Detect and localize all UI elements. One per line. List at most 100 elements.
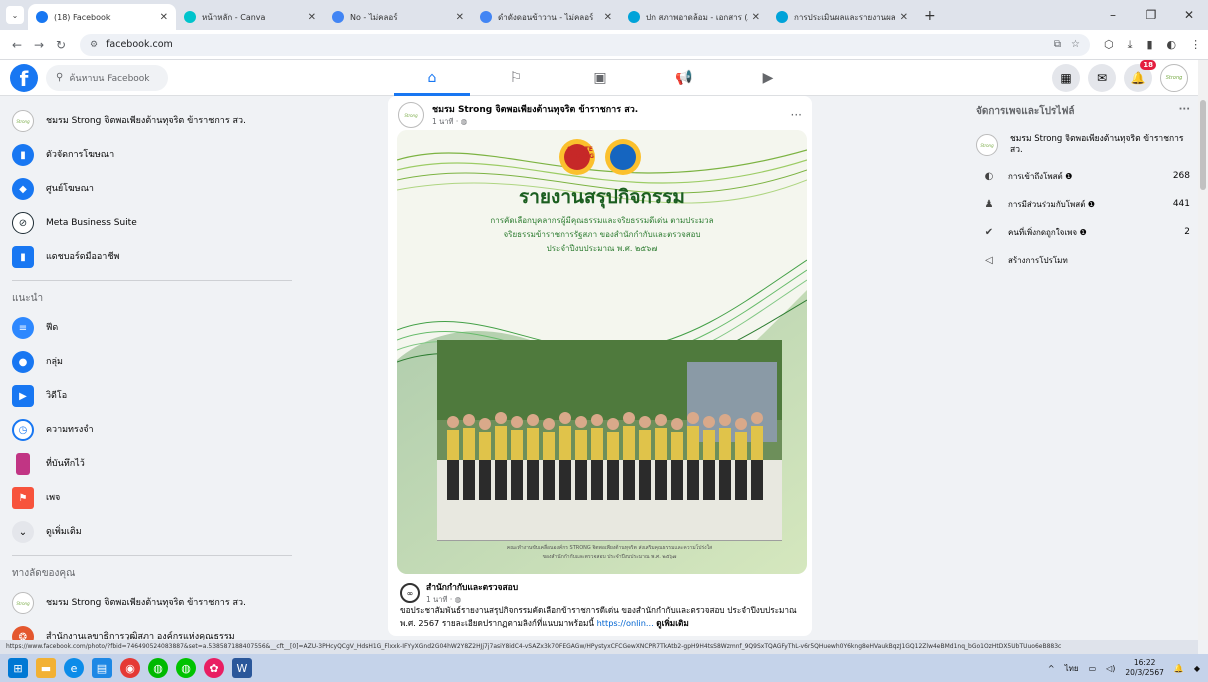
install-app-icon[interactable]: ⧉ — [1054, 39, 1061, 50]
bookmark-star-icon[interactable]: ☆ — [1071, 39, 1080, 50]
stat-post-engagement[interactable]: ♟ การมีส่วนร่วมกับโพสต์ ❶ 441 — [976, 190, 1190, 218]
link-preview-status: https://www.facebook.com/photo/?fbid=746… — [0, 640, 1198, 654]
stat-post-reach[interactable]: ◐ การเข้าถึงโพสต์ ❶ 268 — [976, 162, 1190, 190]
facebook-logo-icon[interactable]: f — [10, 63, 38, 92]
teams-icon[interactable]: ◆ — [1194, 664, 1200, 673]
close-tab-icon[interactable]: ✕ — [604, 12, 612, 23]
sidebar-item-saved[interactable]: ที่บันทึกไว้ — [8, 447, 308, 481]
sidebar-item-ads-manager[interactable]: ▮ ตัวจัดการโฆษณา — [8, 138, 308, 172]
sidebar-item-dashboard[interactable]: ▮ แดชบอร์ดมืออาชีพ — [8, 240, 308, 274]
ads-tab-icon[interactable]: 📢 — [642, 60, 726, 96]
tab-drive[interactable]: ดำดังดอนข้าวาน - ไม่คลอร์ ✕ — [472, 4, 620, 30]
shared-author-name[interactable]: สำนักกำกับและตรวจสอบ — [426, 580, 518, 594]
post-image[interactable]: SENATE STRONG รายงานสรุปกิจกรรม การคัดเล… — [397, 130, 807, 574]
create-promotion[interactable]: ◁ สร้างการโปรโมท — [976, 246, 1190, 274]
close-tab-icon[interactable]: ✕ — [456, 12, 464, 23]
notification-icon[interactable]: 🔔 — [1174, 664, 1184, 673]
divider — [12, 555, 292, 556]
line-icon[interactable]: ◍ — [148, 658, 168, 678]
menu-grid-icon[interactable]: ▦ — [1052, 64, 1080, 92]
sidebar-item-feed[interactable]: ≡ ฟีด — [8, 311, 308, 345]
address-bar[interactable]: ⚙ facebook.com ⧉ ☆ — [80, 33, 1090, 56]
sidebar-item-meta-business[interactable]: ⊘ Meta Business Suite — [8, 206, 308, 240]
page-scrollbar[interactable] — [1198, 60, 1208, 640]
site-info-icon[interactable]: ⚙ — [90, 40, 98, 50]
tray-chevron-icon[interactable]: ^ — [1048, 664, 1055, 673]
scroll-thumb[interactable] — [1200, 100, 1206, 190]
post-options-icon[interactable]: ··· — [791, 108, 802, 122]
tab-title: ปก สภาพอาดล้อม - เอกสาร (A4) — [646, 12, 748, 22]
post-author-avatar[interactable]: Strong — [398, 102, 424, 128]
restore-icon[interactable]: ❐ — [1132, 8, 1170, 22]
minimize-icon[interactable]: – — [1094, 8, 1132, 22]
browser-menu-icon[interactable]: ⋮ — [1190, 38, 1201, 52]
close-window-icon[interactable]: ✕ — [1170, 8, 1208, 22]
pages-tab-icon[interactable]: ⚐ — [474, 60, 558, 96]
sidebar-item-label: เพจ — [46, 493, 61, 503]
video-tab-icon[interactable]: ▶ — [726, 60, 810, 96]
sidebar-item-see-more[interactable]: ⌄ ดูเพิ่มเติม — [8, 515, 308, 549]
photos-icon[interactable]: ✿ — [204, 658, 224, 678]
tab-title: การประเมินผลและรายงานผล ตามแบ... — [794, 12, 896, 22]
file-explorer-icon[interactable]: ▬ — [36, 658, 56, 678]
shortcut-item[interactable]: Strong ชมรม Strong จิตพอเพียงต้านทุจริต … — [8, 586, 308, 620]
tab-no[interactable]: No - ไม่คลอร์ ✕ — [324, 4, 472, 30]
url-text: facebook.com — [106, 39, 173, 50]
right-panel: จัดการเพจและโปรไฟล์ ··· Strong ชมรม Stro… — [976, 104, 1190, 274]
tab-canva[interactable]: หน้าหลัก - Canva ✕ — [176, 4, 324, 30]
notepad-icon[interactable]: ▤ — [92, 658, 112, 678]
download-icon[interactable]: ⤓ — [1128, 38, 1133, 52]
sidebar-item-ad-center[interactable]: ◆ ศูนย์โฆษณา — [8, 172, 308, 206]
stat-new-likes[interactable]: ✔ คนที่เพิ่งกดถูกใจเพจ ❶ 2 — [976, 218, 1190, 246]
word-icon[interactable]: W — [232, 658, 252, 678]
report-subtitle-1: การคัดเลือกบุคลากรผู้มีคุณธรรมและจริยธรร… — [490, 216, 714, 225]
home-tab-icon[interactable]: ⌂ — [390, 60, 474, 96]
facebook-search-input[interactable]: ⚲ ค้นหาบน Facebook — [46, 64, 168, 91]
see-more-link[interactable]: ดูเพิ่มเติม — [656, 618, 688, 628]
meta-business-icon: ⊘ — [12, 212, 34, 234]
sidebar-item-groups[interactable]: ● กลุ่ม — [8, 345, 308, 379]
sidebar-item-video[interactable]: ▶ วิดีโอ — [8, 379, 308, 413]
language-indicator[interactable]: ไทย — [1065, 662, 1079, 675]
close-tab-icon[interactable]: ✕ — [308, 12, 316, 23]
volume-icon[interactable]: ◁) — [1106, 664, 1115, 673]
notifications-bell-icon[interactable]: 🔔 18 — [1124, 60, 1156, 92]
facebook-favicon-icon — [36, 11, 48, 23]
close-tab-icon[interactable]: ✕ — [160, 12, 168, 23]
panel-more-icon[interactable]: ··· — [1179, 104, 1190, 124]
tab-evaluation[interactable]: การประเมินผลและรายงานผล ตามแบ... ✕ — [768, 4, 916, 30]
sidebar-item-memories[interactable]: ◷ ความทรงจำ — [8, 413, 308, 447]
notification-badge: 18 — [1140, 60, 1156, 70]
chevron-down-icon: ⌄ — [12, 521, 34, 543]
account-avatar[interactable]: Strong — [1160, 64, 1188, 92]
tab-facebook[interactable]: (18) Facebook ✕ — [28, 4, 176, 30]
sidebar-item-pages[interactable]: ⚑ เพจ — [8, 481, 308, 515]
profile-icon[interactable]: ◐ — [1167, 38, 1177, 52]
tab-title: ดำดังดอนข้าวาน - ไม่คลอร์ — [498, 12, 594, 22]
forward-icon[interactable]: → — [28, 38, 50, 52]
tab-document[interactable]: ปก สภาพอาดล้อม - เอกสาร (A4) ✕ — [620, 4, 768, 30]
network-icon[interactable]: ▭ — [1089, 664, 1097, 673]
link-icon[interactable]: ∞ — [400, 583, 420, 603]
managed-page[interactable]: Strong ชมรม Strong จิตพอเพียงต้านทุจริต … — [976, 134, 1190, 156]
extensions-icon[interactable]: ⬡ — [1104, 38, 1114, 52]
close-tab-icon[interactable]: ✕ — [900, 12, 908, 23]
start-icon[interactable]: ⊞ — [8, 658, 28, 678]
back-icon[interactable]: ← — [6, 38, 28, 52]
clock[interactable]: 16:22 20/3/2567 — [1125, 658, 1163, 678]
reload-icon[interactable]: ↻ — [50, 38, 72, 52]
post-link[interactable]: https://onlin... — [597, 618, 654, 628]
tab-search-icon[interactable]: ⌄ — [6, 6, 24, 24]
new-tab-button[interactable]: + — [924, 8, 936, 24]
messenger-icon[interactable]: ✉ — [1088, 64, 1116, 92]
sidepanel-icon[interactable]: ▮ — [1146, 38, 1152, 52]
close-tab-icon[interactable]: ✕ — [752, 12, 760, 23]
chat-icon[interactable]: ◍ — [176, 658, 196, 678]
sidebar-item-page[interactable]: Strong ชมรม Strong จิตพอเพียงต้านทุจริต … — [8, 104, 308, 138]
edge-icon[interactable]: e — [64, 658, 84, 678]
insights-tab-icon[interactable]: ▣ — [558, 60, 642, 96]
post-timestamp[interactable]: 1 นาที · ◍ — [432, 116, 638, 128]
ads-manager-icon: ▮ — [12, 144, 34, 166]
chrome-icon[interactable]: ◉ — [120, 658, 140, 678]
post-author-name[interactable]: ชมรม Strong จิตพอเพียงต้านทุจริต ข้าราชก… — [432, 102, 638, 116]
